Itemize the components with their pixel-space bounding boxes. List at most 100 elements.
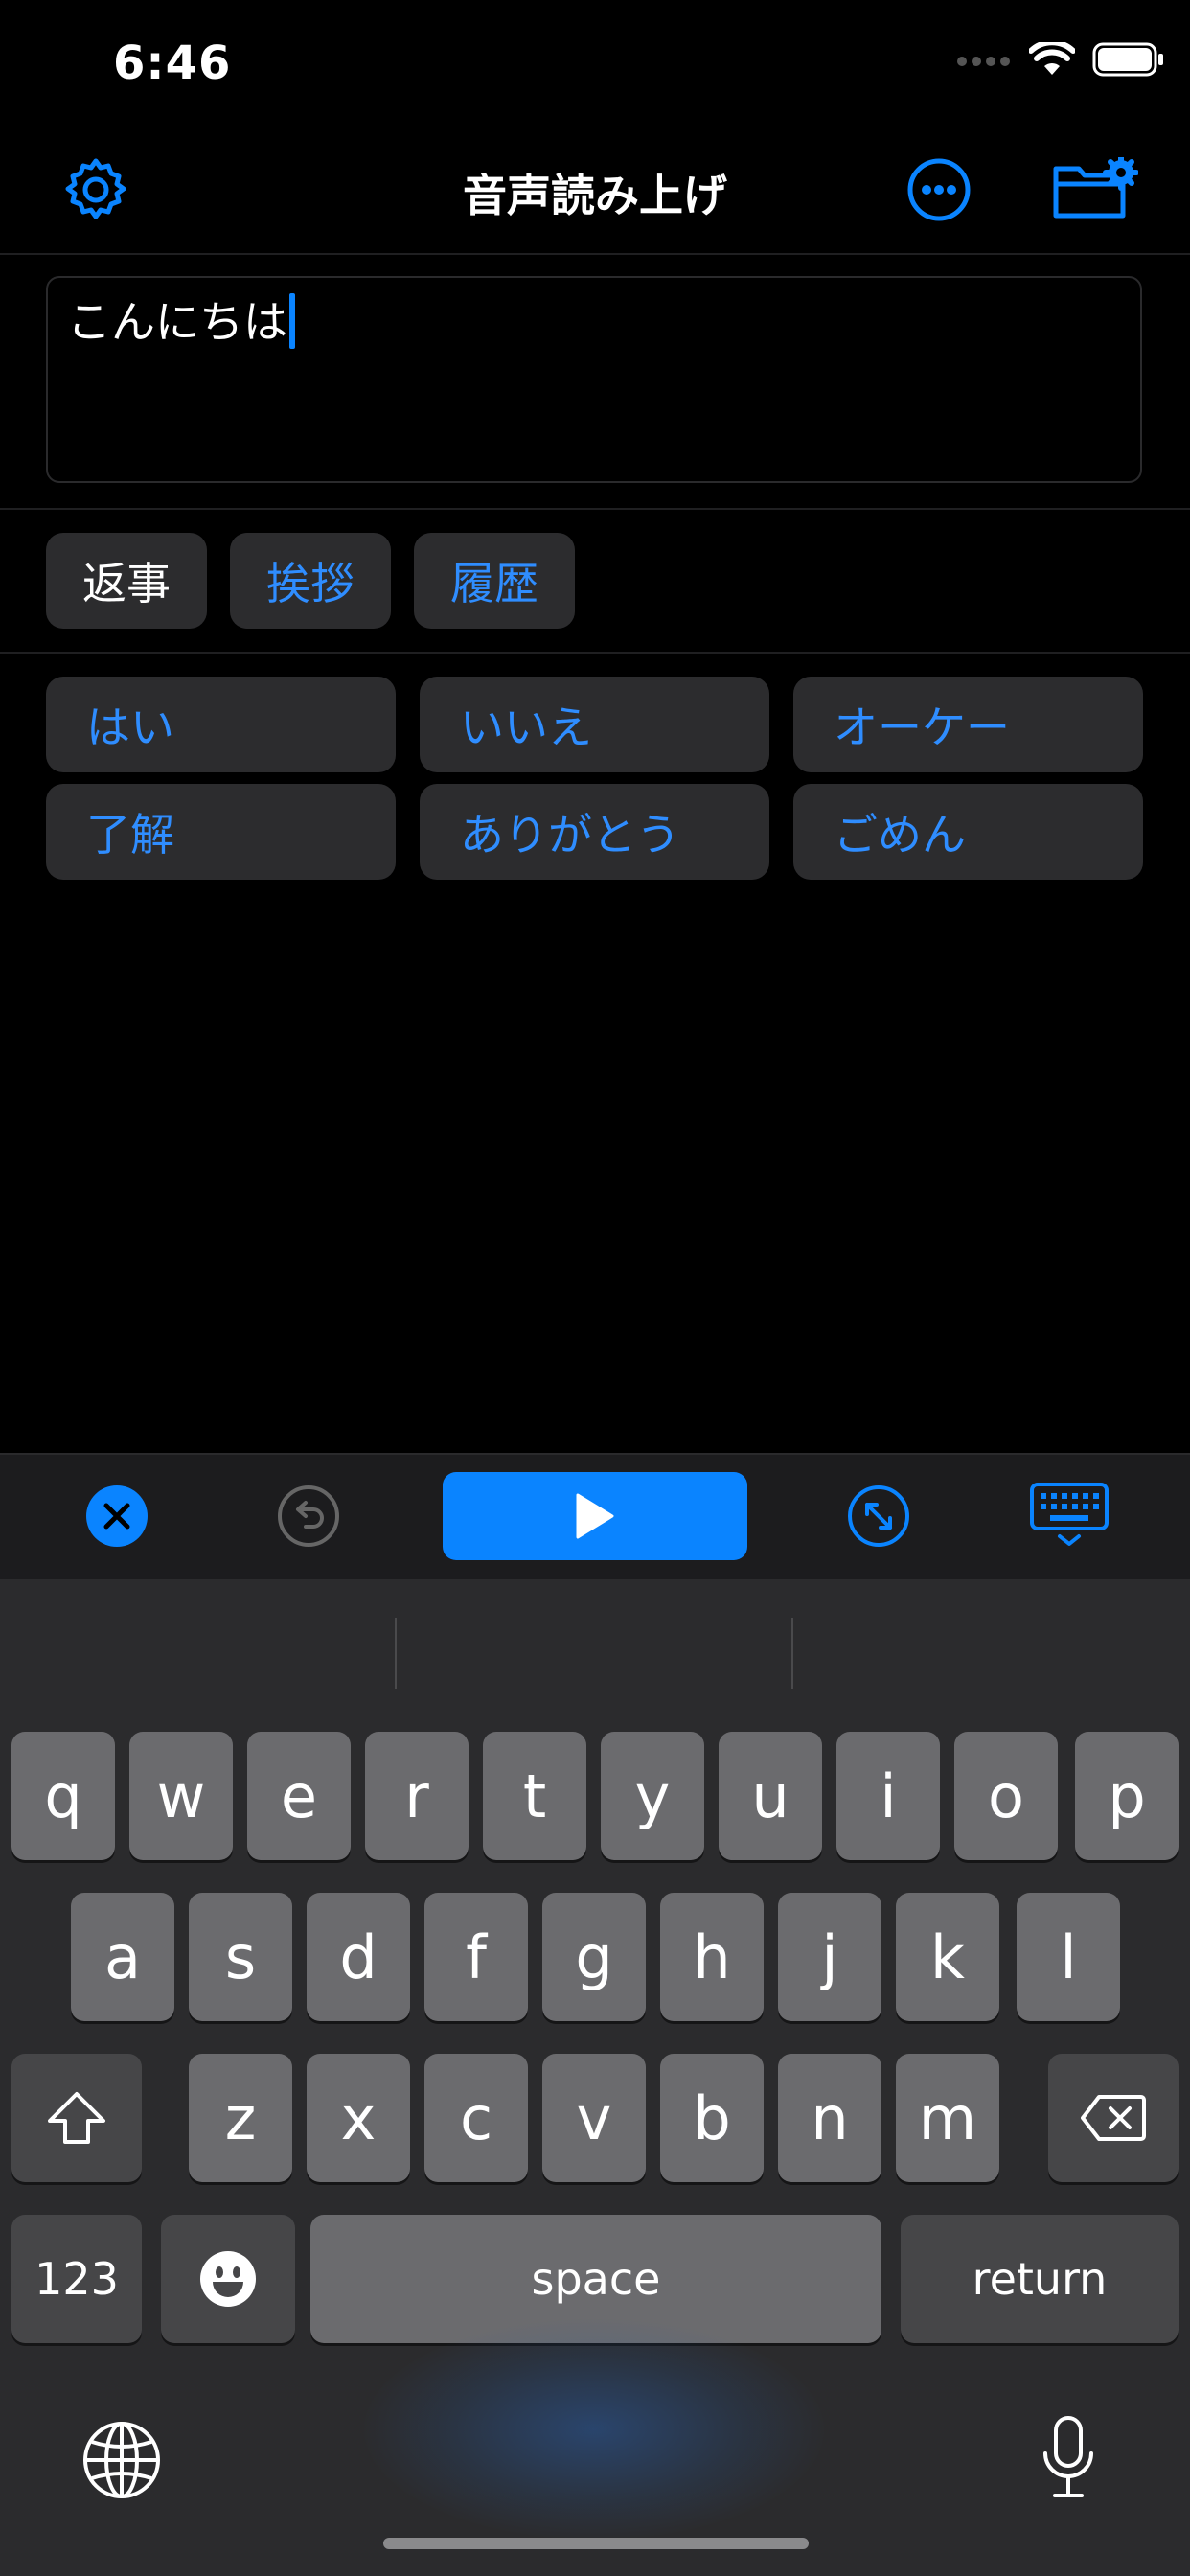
key-r[interactable]: r: [365, 1732, 469, 1860]
key-t[interactable]: t: [483, 1732, 586, 1860]
keyboard-glow: [364, 2319, 824, 2540]
suggestion-divider: [791, 1618, 793, 1689]
key-l[interactable]: l: [1017, 1893, 1120, 2021]
key-e[interactable]: e: [247, 1732, 351, 1860]
phrase-button-arigatou[interactable]: ありがとう: [420, 784, 769, 880]
key-q[interactable]: q: [11, 1732, 115, 1860]
phrase-button-iie[interactable]: いいえ: [420, 677, 769, 772]
key-label: v: [576, 2082, 612, 2153]
key-c[interactable]: c: [424, 2054, 528, 2182]
key-y[interactable]: y: [601, 1732, 704, 1860]
key-label: m: [918, 2082, 977, 2153]
key-label: space: [531, 2253, 661, 2305]
phrase-button-okay[interactable]: オーケー: [793, 677, 1143, 772]
numbers-key[interactable]: 123: [11, 2215, 142, 2343]
emoji-icon: [200, 2251, 256, 2307]
key-label: h: [693, 1921, 731, 1992]
return-key[interactable]: return: [901, 2215, 1179, 2343]
key-o[interactable]: o: [954, 1732, 1058, 1860]
category-tab-label: 履歴: [450, 558, 538, 610]
key-label: s: [224, 1921, 257, 1992]
clear-text-icon[interactable]: [85, 1484, 149, 1552]
status-icons: [956, 39, 1165, 80]
key-j[interactable]: j: [778, 1893, 881, 2021]
key-z[interactable]: z: [189, 2054, 292, 2182]
category-divider: [0, 652, 1190, 654]
phrase-button-hai[interactable]: はい: [46, 677, 396, 772]
backspace-icon: [1081, 2095, 1146, 2141]
key-a[interactable]: a: [71, 1893, 174, 2021]
key-label: n: [811, 2082, 849, 2153]
key-n[interactable]: n: [778, 2054, 881, 2182]
key-i[interactable]: i: [836, 1732, 940, 1860]
globe-icon[interactable]: [82, 2421, 161, 2503]
status-time: 6:46: [113, 36, 232, 90]
key-m[interactable]: m: [896, 2054, 999, 2182]
key-w[interactable]: w: [129, 1732, 233, 1860]
phrase-button-gomen[interactable]: ごめん: [793, 784, 1143, 880]
key-x[interactable]: x: [307, 2054, 410, 2182]
undo-icon[interactable]: [277, 1484, 340, 1552]
key-label: y: [634, 1760, 671, 1831]
phrase-button-ryoukai[interactable]: 了解: [46, 784, 396, 880]
key-label: x: [340, 2082, 377, 2153]
key-label: return: [972, 2253, 1108, 2305]
key-d[interactable]: d: [307, 1893, 410, 2021]
folder-settings-icon[interactable]: [1052, 154, 1139, 224]
key-v[interactable]: v: [542, 2054, 646, 2182]
key-s[interactable]: s: [189, 1893, 292, 2021]
key-label: 123: [34, 2253, 119, 2305]
phrase-label: ありがとう: [460, 809, 680, 861]
key-g[interactable]: g: [542, 1893, 646, 2021]
battery-icon: [1092, 42, 1165, 80]
microphone-icon[interactable]: [1040, 2415, 1097, 2505]
play-speech-button[interactable]: [443, 1472, 747, 1560]
keyboard-dismiss-icon[interactable]: [1029, 1482, 1110, 1552]
key-label: w: [156, 1760, 206, 1831]
delete-key[interactable]: [1048, 2054, 1179, 2182]
category-tab-label: 挨拶: [266, 558, 355, 610]
key-k[interactable]: k: [896, 1893, 999, 2021]
key-u[interactable]: u: [719, 1732, 822, 1860]
key-label: l: [1060, 1921, 1077, 1992]
emoji-key[interactable]: [161, 2215, 295, 2343]
speech-text-content[interactable]: こんにちは: [67, 288, 295, 351]
suggestion-divider: [395, 1618, 397, 1689]
phrase-label: ごめん: [834, 809, 966, 861]
key-label: d: [339, 1921, 378, 1992]
editor-divider: [0, 508, 1190, 510]
key-label: p: [1108, 1760, 1146, 1831]
key-label: a: [104, 1921, 141, 1992]
key-label: o: [988, 1760, 1024, 1831]
expand-icon[interactable]: [847, 1484, 910, 1552]
key-label: e: [280, 1760, 318, 1831]
phrase-label: 了解: [86, 809, 174, 861]
key-label: z: [224, 2082, 257, 2153]
shift-icon: [48, 2092, 105, 2144]
more-options-icon[interactable]: [906, 157, 972, 226]
key-label: c: [459, 2082, 493, 2153]
key-label: u: [751, 1760, 790, 1831]
shift-key[interactable]: [11, 2054, 142, 2182]
key-label: i: [880, 1760, 897, 1831]
key-b[interactable]: b: [660, 2054, 764, 2182]
key-f[interactable]: f: [424, 1893, 528, 2021]
category-tab-reply[interactable]: 返事: [46, 533, 207, 629]
key-p[interactable]: p: [1075, 1732, 1179, 1860]
text-cursor: [289, 293, 295, 349]
speech-text-value: こんにちは: [67, 296, 287, 348]
key-label: t: [522, 1760, 547, 1831]
category-tab-history[interactable]: 履歴: [414, 533, 575, 629]
category-tab-greeting[interactable]: 挨拶: [230, 533, 391, 629]
home-indicator[interactable]: [383, 2538, 809, 2549]
key-label: g: [575, 1921, 613, 1992]
signal-dots-icon: [956, 53, 1012, 71]
key-label: j: [821, 1921, 838, 1992]
key-h[interactable]: h: [660, 1893, 764, 2021]
key-label: k: [930, 1921, 965, 1992]
play-icon: [576, 1493, 614, 1539]
key-label: r: [404, 1760, 429, 1831]
phrase-label: オーケー: [834, 702, 1010, 753]
phrase-label: いいえ: [460, 702, 592, 753]
category-tab-label: 返事: [82, 558, 171, 610]
